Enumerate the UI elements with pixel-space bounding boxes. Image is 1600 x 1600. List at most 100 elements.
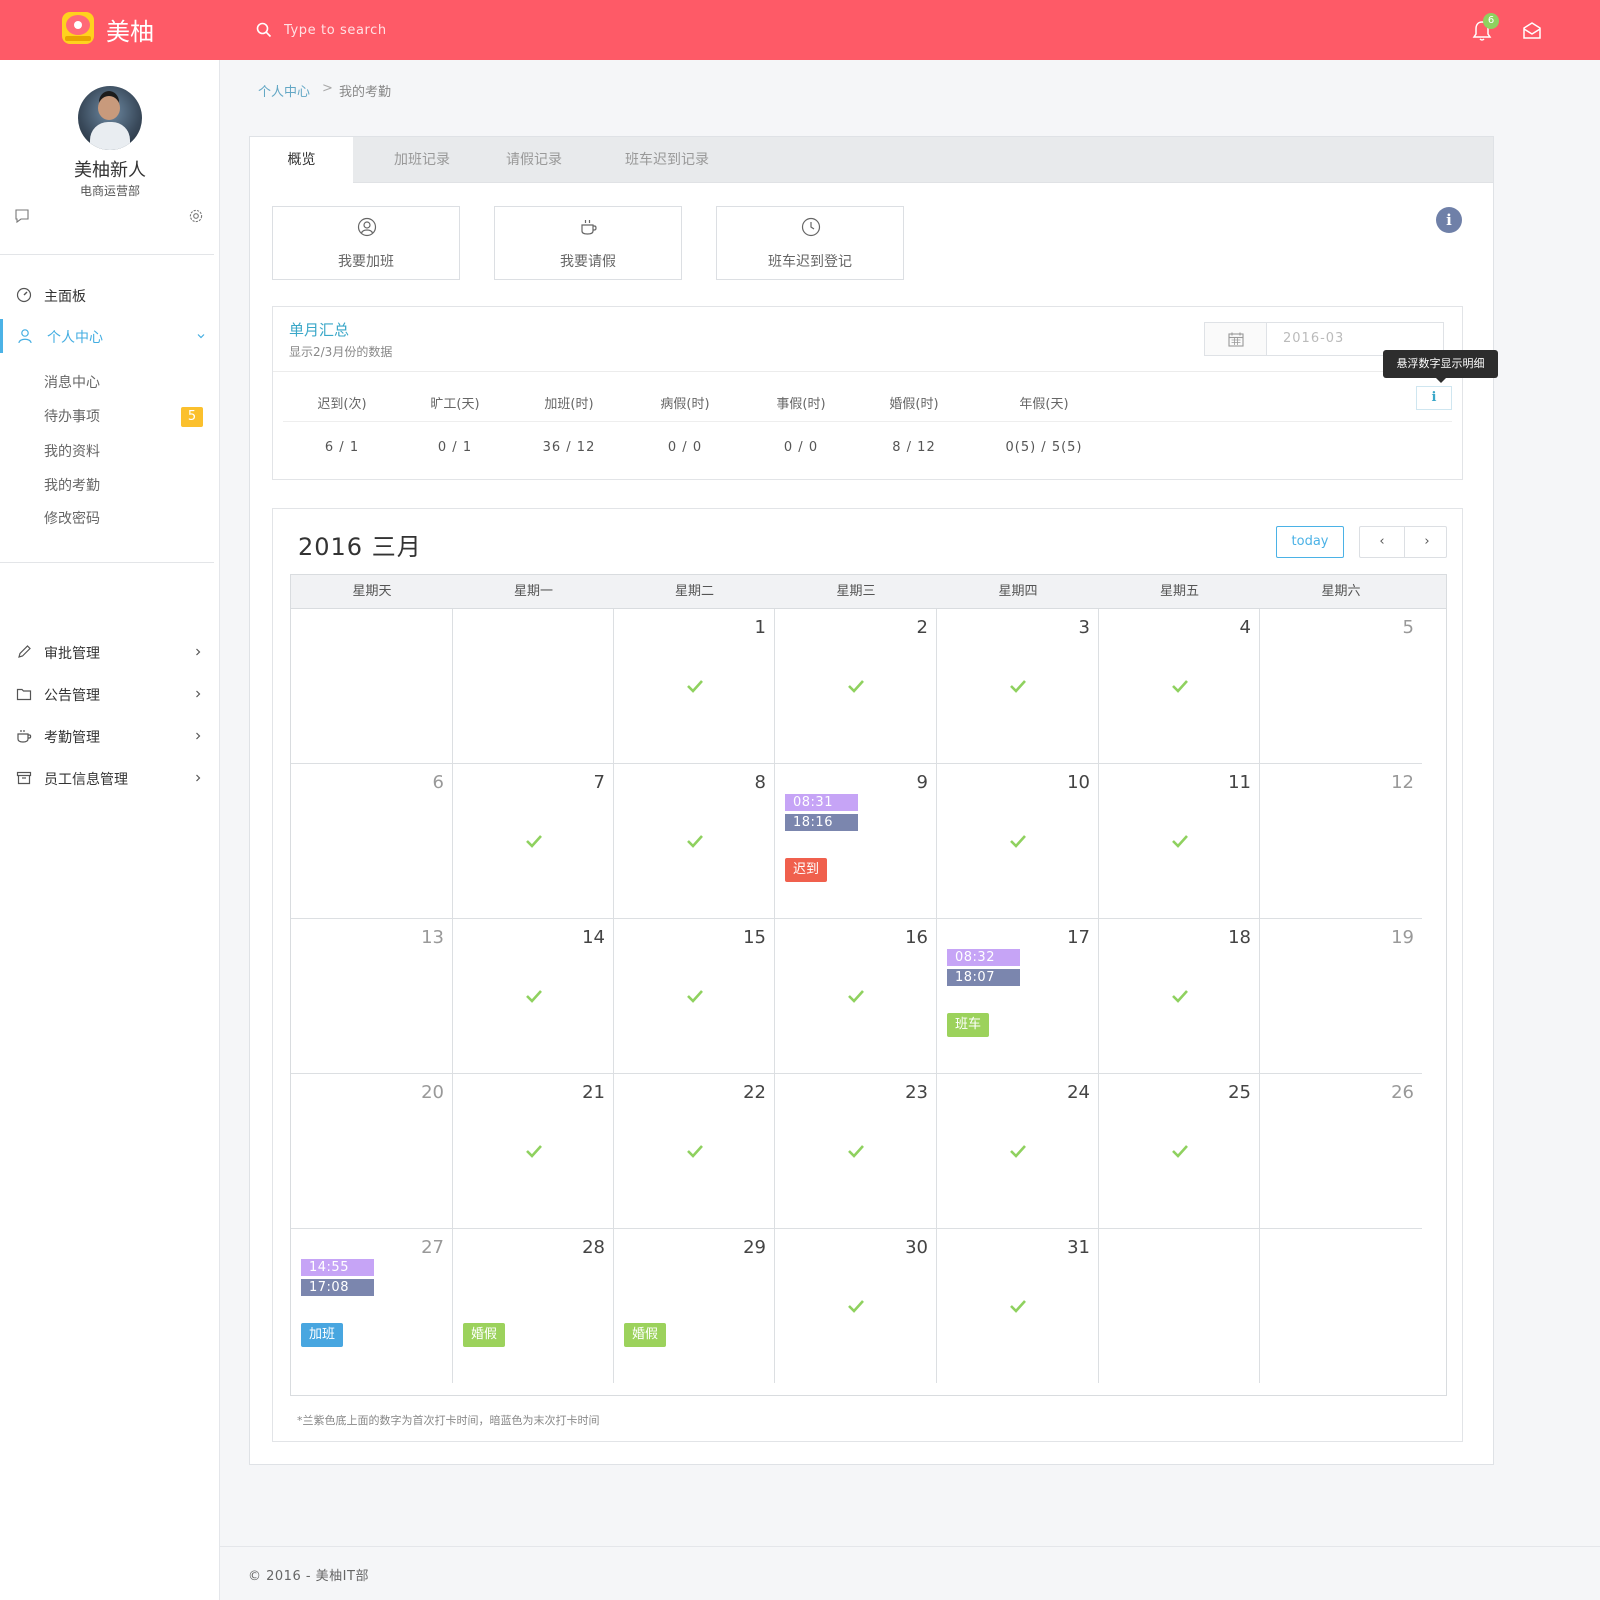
tab-overview[interactable]: 概览	[250, 137, 353, 184]
logo-icon[interactable]	[62, 12, 94, 44]
stat-value-personal[interactable]: 0 / 0	[746, 440, 856, 455]
subnav-password[interactable]: 修改密码	[44, 508, 100, 528]
chevron-right-icon	[196, 690, 201, 698]
weekday-label: 星期五	[1159, 584, 1199, 599]
stat-value-absent[interactable]: 0 / 1	[400, 440, 510, 455]
calendar-day-cell[interactable]: 4	[1099, 609, 1260, 764]
attendance-tag[interactable]: 班车	[947, 1013, 990, 1037]
last-punch-time[interactable]: 17:08	[301, 1279, 374, 1296]
calendar-day-cell[interactable]: 19	[1260, 919, 1422, 1074]
nav-attendance-mgmt[interactable]: 考勤管理	[0, 719, 214, 753]
calendar-day-cell[interactable]: 10	[937, 764, 1099, 919]
calendar-day-cell[interactable]: 18	[1099, 919, 1260, 1074]
weekday-label: 星期三	[836, 584, 876, 599]
gear-icon[interactable]	[188, 208, 204, 224]
calendar-day-cell[interactable]: 6	[291, 764, 453, 919]
user-name: 美柚新人	[74, 160, 146, 181]
info-icon[interactable]: i	[1436, 207, 1462, 233]
today-button[interactable]: today	[1276, 526, 1344, 558]
search-input[interactable]	[284, 19, 584, 41]
calendar-day-cell[interactable]: 30	[775, 1229, 937, 1383]
calendar-day-cell[interactable]: 12	[1260, 764, 1422, 919]
subnav-profile[interactable]: 我的资料	[44, 441, 100, 461]
calendar-day-cell[interactable]	[453, 609, 614, 764]
tab-shuttle-late-records[interactable]: 班车迟到记录	[600, 137, 734, 183]
calendar-day-cell[interactable]: 26	[1260, 1074, 1422, 1229]
brand-name[interactable]: 美柚	[106, 12, 154, 47]
calendar-day-cell[interactable]: 22	[614, 1074, 775, 1229]
tab-overtime-records[interactable]: 加班记录	[370, 137, 474, 183]
stat-value-marriage[interactable]: 8 / 12	[859, 440, 969, 455]
day-number: 20	[421, 1082, 444, 1103]
stat-value-overtime[interactable]: 36 / 12	[514, 440, 624, 455]
calendar-day-cell[interactable]: 27 14:55 17:08 加班	[291, 1229, 453, 1383]
calendar-day-cell[interactable]	[1099, 1229, 1260, 1383]
calendar-day-cell[interactable]: 17 08:32 18:07 班车	[937, 919, 1099, 1074]
calendar-day-cell[interactable]	[291, 609, 453, 764]
calendar-day-cell[interactable]: 15	[614, 919, 775, 1074]
calendar-day-cell[interactable]: 20	[291, 1074, 453, 1229]
stat-value-annual[interactable]: 0(5) / 5(5)	[989, 440, 1099, 455]
calendar-day-cell[interactable]: 2	[775, 609, 937, 764]
nav-dashboard[interactable]: 主面板	[0, 278, 214, 312]
breadcrumb-parent[interactable]: 个人中心	[258, 81, 310, 100]
calendar-day-cell[interactable]	[1260, 1229, 1422, 1383]
stat-value-sick[interactable]: 0 / 0	[630, 440, 740, 455]
mail-icon[interactable]	[1522, 22, 1542, 40]
first-punch-time[interactable]: 08:32	[947, 949, 1020, 966]
calendar-day-cell[interactable]: 7	[453, 764, 614, 919]
prev-month-button[interactable]: ‹	[1360, 527, 1404, 557]
calendar-day-cell[interactable]: 3	[937, 609, 1099, 764]
check-icon	[848, 990, 864, 1003]
attendance-tag[interactable]: 加班	[301, 1323, 344, 1347]
calendar-day-cell[interactable]: 25	[1099, 1074, 1260, 1229]
check-icon	[1010, 1300, 1026, 1313]
copyright: © 2016 - 美柚IT部	[248, 1569, 369, 1584]
detail-info-button[interactable]: i	[1416, 386, 1452, 410]
subnav-todo[interactable]: 待办事项	[44, 406, 100, 426]
last-punch-time[interactable]: 18:07	[947, 969, 1020, 986]
calendar-day-cell[interactable]: 9 08:31 18:16 迟到	[775, 764, 937, 919]
weekday-label: 星期一	[513, 584, 553, 599]
shuttle-late-register-button[interactable]: 班车迟到登记	[716, 206, 904, 280]
stat-value-late[interactable]: 6 / 1	[287, 440, 397, 455]
day-number: 15	[743, 927, 766, 948]
calendar-day-cell[interactable]: 31	[937, 1229, 1099, 1383]
calendar-day-cell[interactable]: 16	[775, 919, 937, 1074]
calendar-day-cell[interactable]: 5	[1260, 609, 1422, 764]
avatar[interactable]	[78, 86, 142, 150]
calendar-day-cell[interactable]: 8	[614, 764, 775, 919]
nav-announcement-mgmt[interactable]: 公告管理	[0, 677, 214, 711]
first-punch-time[interactable]: 08:31	[785, 794, 858, 811]
day-number: 8	[754, 772, 766, 793]
first-punch-time[interactable]: 14:55	[301, 1259, 374, 1276]
divider	[0, 254, 214, 255]
attendance-tag[interactable]: 婚假	[624, 1323, 667, 1347]
subnav-messages[interactable]: 消息中心	[44, 372, 100, 392]
next-month-button[interactable]: ›	[1405, 527, 1449, 557]
nav-personal-center[interactable]: 个人中心	[0, 319, 214, 353]
calendar-picker-button[interactable]	[1205, 323, 1267, 355]
calendar-day-cell[interactable]: 24	[937, 1074, 1099, 1229]
attendance-tag[interactable]: 迟到	[785, 858, 828, 882]
check-icon	[687, 990, 703, 1003]
nav-approval-mgmt[interactable]: 审批管理	[0, 635, 214, 669]
calendar-day-cell[interactable]: 28 婚假	[453, 1229, 614, 1383]
todo-count-badge: 5	[181, 407, 203, 427]
calendar-day-cell[interactable]: 1	[614, 609, 775, 764]
nav-employee-info-mgmt[interactable]: 员工信息管理	[0, 761, 214, 795]
calendar-day-cell[interactable]: 14	[453, 919, 614, 1074]
subnav-attendance[interactable]: 我的考勤	[44, 475, 100, 495]
calendar-day-cell[interactable]: 13	[291, 919, 453, 1074]
overtime-request-button[interactable]: 我要加班	[272, 206, 460, 280]
calendar-day-cell[interactable]: 23	[775, 1074, 937, 1229]
last-punch-time[interactable]: 18:16	[785, 814, 858, 831]
calendar-day-cell[interactable]: 29 婚假	[614, 1229, 775, 1383]
tab-leave-records[interactable]: 请假记录	[482, 137, 586, 183]
calendar-day-cell[interactable]: 21	[453, 1074, 614, 1229]
day-number: 10	[1067, 772, 1090, 793]
chat-icon[interactable]	[14, 208, 30, 224]
attendance-tag[interactable]: 婚假	[463, 1323, 506, 1347]
leave-request-button[interactable]: 我要请假	[494, 206, 682, 280]
calendar-day-cell[interactable]: 11	[1099, 764, 1260, 919]
